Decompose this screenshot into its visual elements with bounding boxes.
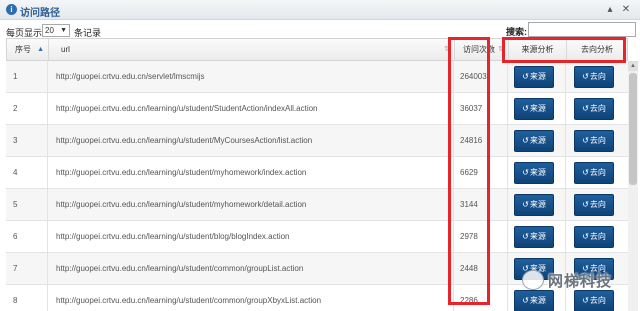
row-index: 5 [6,189,48,221]
close-icon[interactable]: ✕ [620,4,632,16]
header-index-label: 序号 [15,45,31,54]
dest-button[interactable]: ↺去向 [574,194,614,216]
source-button-label: 来源 [529,296,546,305]
header-index[interactable]: 序号 ▲ [7,39,49,60]
row-url: http://guopei.crtvu.edu.cn/learning/u/st… [48,221,454,253]
row-url: http://guopei.crtvu.edu.cn/learning/u/st… [48,93,454,125]
info-icon: i [6,4,17,15]
source-button-label: 来源 [529,232,546,241]
dest-button[interactable]: ↺去向 [574,226,614,248]
dest-button[interactable]: ↺去向 [574,162,614,184]
row-url: http://guopei.crtvu.edu.cn/learning/u/st… [48,285,454,311]
row-index: 8 [6,285,48,311]
table-row: 2 http://guopei.crtvu.edu.cn/learning/u/s… [6,93,628,125]
dest-button[interactable]: ↺去向 [574,130,614,152]
sort-asc-icon: ▲ [37,46,44,53]
dest-button-label: 去向 [589,232,606,241]
row-url: http://guopei.crtvu.edu.cn/learning/u/st… [48,189,454,221]
source-button-label: 来源 [529,200,546,209]
row-url: http://guopei.crtvu.edu.cn/servlet/lmscm… [48,61,454,93]
dest-button-label: 去向 [589,136,606,145]
row-index: 3 [6,125,48,157]
arrow-icon: ↺ [582,296,589,305]
arrow-icon: ↺ [582,136,589,145]
row-url: http://guopei.crtvu.edu.cn/learning/u/st… [48,157,454,189]
arrow-icon: ↺ [582,200,589,209]
table-row: 5 http://guopei.crtvu.edu.cn/learning/u/s… [6,189,628,221]
arrow-icon: ↺ [582,168,589,177]
row-url: http://guopei.crtvu.edu.cn/learning/u/st… [48,253,454,285]
window-title: 访问路径 [20,8,60,19]
chevron-up-icon[interactable]: ▴ [604,4,616,16]
dest-button-label: 去向 [589,200,606,209]
source-button[interactable]: ↺来源 [514,98,554,120]
arrow-icon: ↺ [582,232,589,241]
dest-button-label: 去向 [589,168,606,177]
arrow-icon: ↺ [582,104,589,113]
source-button-label: 来源 [529,104,546,113]
source-button-label: 来源 [529,168,546,177]
arrow-icon: ↺ [522,200,529,209]
chevron-down-icon: ▼ [60,27,67,34]
source-button[interactable]: ↺来源 [514,194,554,216]
arrow-icon: ↺ [522,136,529,145]
dest-button[interactable]: ↺去向 [574,98,614,120]
chat-bubble-icon [522,270,544,290]
table-row: 1 http://guopei.crtvu.edu.cn/servlet/lmsc… [6,61,628,93]
search-input[interactable] [528,22,636,37]
row-index: 4 [6,157,48,189]
scroll-up-icon[interactable]: ▲ [628,61,638,71]
watermark-text: 网梯科技 [548,273,613,290]
dest-button-label: 去向 [589,72,606,81]
table-row: 3 http://guopei.crtvu.edu.cn/learning/u/s… [6,125,628,157]
annotation-box-visits-column [448,37,490,305]
dest-button[interactable]: ↺去向 [574,66,614,88]
arrow-icon: ↺ [522,296,529,305]
arrow-icon: ↺ [522,168,529,177]
row-index: 1 [6,61,48,93]
source-button-label: 来源 [529,136,546,145]
dest-button-label: 去向 [589,296,606,305]
row-index: 6 [6,221,48,253]
row-url: http://guopei.crtvu.edu.cn/learning/u/st… [48,125,454,157]
arrow-icon: ↺ [522,232,529,241]
arrow-icon: ↺ [522,72,529,81]
header-url[interactable]: url ⇅ [49,39,455,60]
annotation-box-analysis-headers [502,37,626,63]
per-page-value: 20 [45,26,54,35]
watermark-logo: 网梯科技 [522,268,634,294]
source-button[interactable]: ↺来源 [514,162,554,184]
row-index: 2 [6,93,48,125]
source-button[interactable]: ↺来源 [514,130,554,152]
source-button[interactable]: ↺来源 [514,226,554,248]
table-row: 4 http://guopei.crtvu.edu.cn/learning/u/s… [6,157,628,189]
dest-button-label: 去向 [589,104,606,113]
header-url-label: url [61,45,70,54]
per-page-select[interactable]: 20 ▼ [42,24,70,37]
table-row: 6 http://guopei.crtvu.edu.cn/learning/u/s… [6,221,628,253]
source-button-label: 来源 [529,72,546,81]
arrow-icon: ↺ [522,104,529,113]
row-index: 7 [6,253,48,285]
window-titlebar: i 访问路径 ▴ ✕ [0,0,640,20]
arrow-icon: ↺ [582,72,589,81]
source-button[interactable]: ↺来源 [514,66,554,88]
scrollbar-thumb[interactable] [629,73,637,185]
